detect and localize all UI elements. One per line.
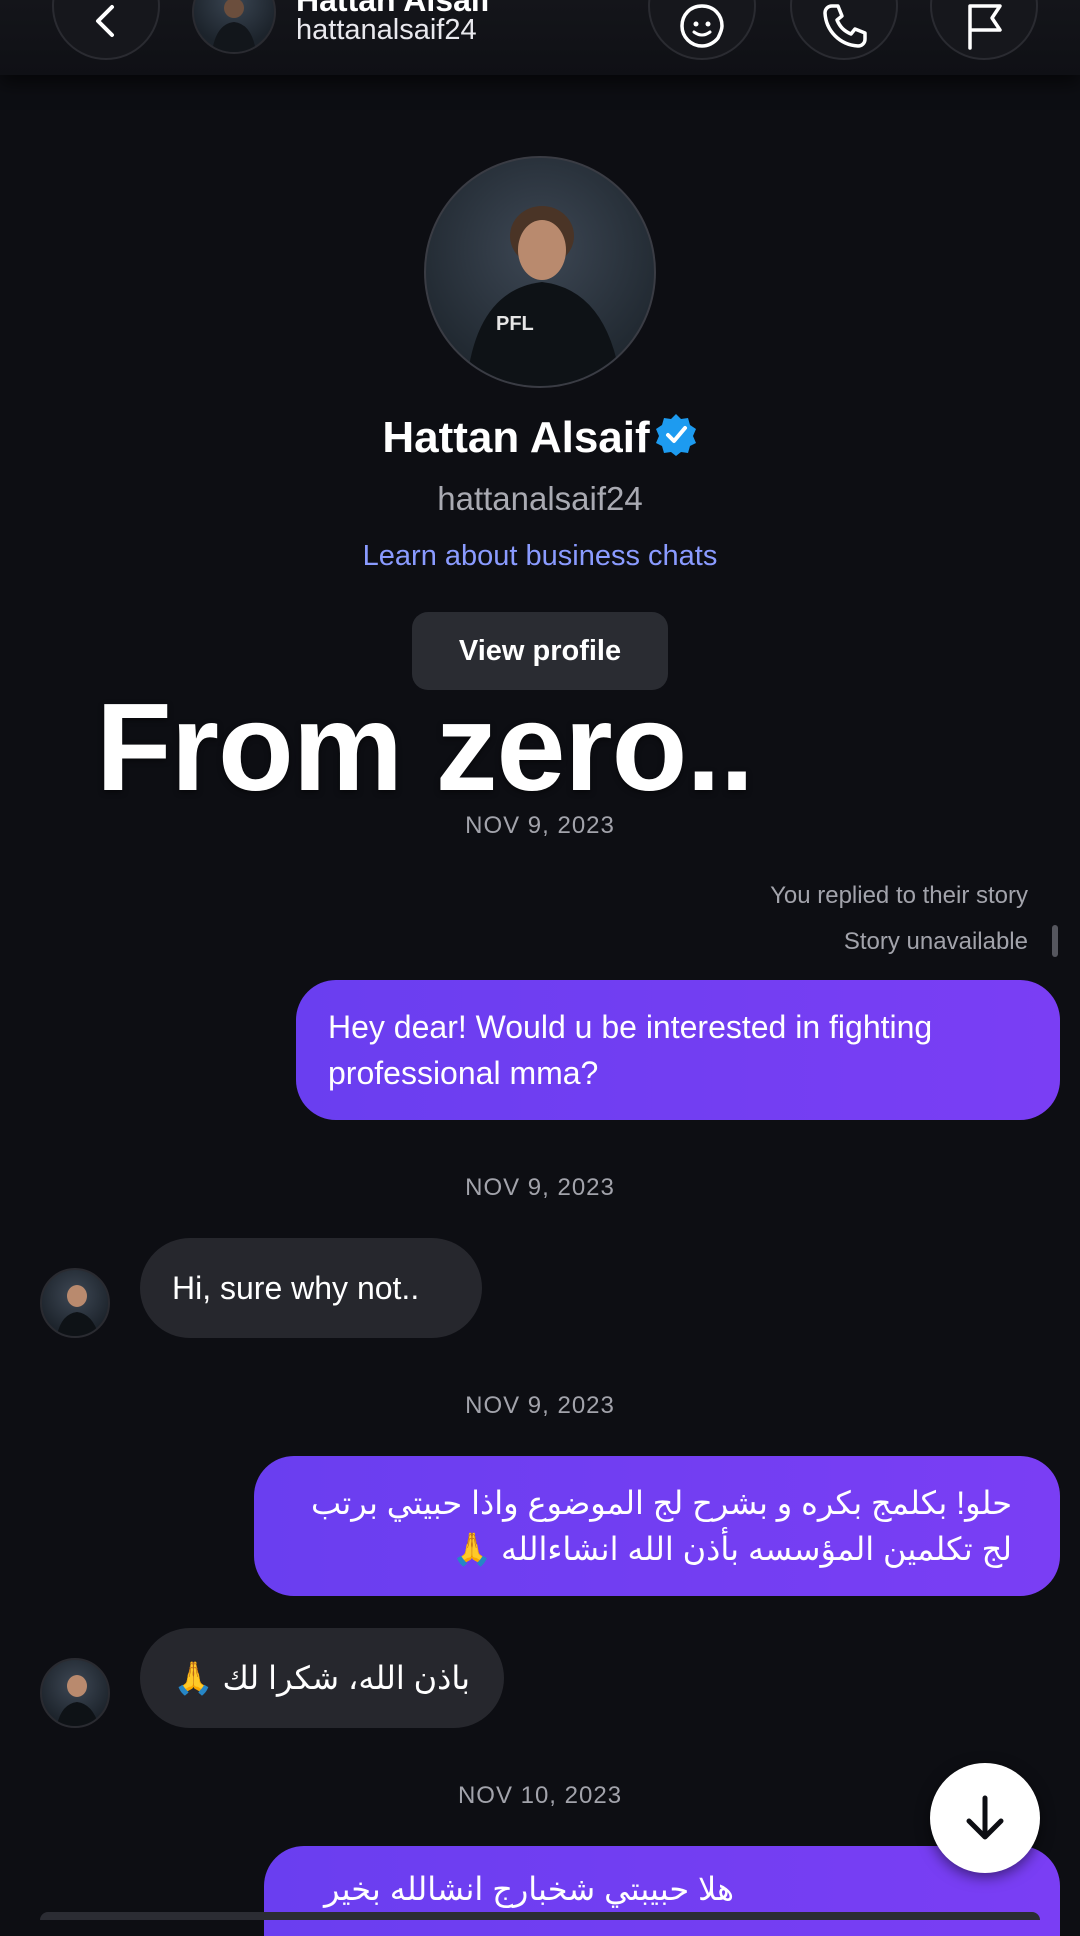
top-bar: Hattan Alsaif hattanalsaif24 — [0, 0, 1080, 75]
message-outgoing[interactable]: Hey dear! Would u be interested in fight… — [296, 980, 1060, 1120]
header-avatar[interactable] — [192, 0, 276, 54]
message-outgoing[interactable]: حلو! بكلمج بكره و بشرح لج الموضوع واذا ح… — [254, 1456, 1060, 1596]
message-incoming[interactable]: باذن الله، شكرا لك 🙏 — [140, 1628, 504, 1728]
sticker-face-icon — [680, 4, 724, 48]
message-text: Hi, sure why not.. — [172, 1270, 420, 1306]
header-username: hattanalsaif24 — [296, 14, 477, 46]
date-divider: NOV 10, 2023 — [457, 1782, 623, 1809]
profile-username: hattanalsaif24 — [437, 480, 643, 517]
sticker-button[interactable] — [648, 0, 756, 60]
message-text: Hey dear! Would u be interested in fight… — [328, 1009, 933, 1091]
call-button[interactable] — [790, 0, 898, 60]
composer-edge — [40, 1912, 1040, 1920]
message-text: هلا حبيبتي شخبارج انشالله بخير — [323, 1871, 734, 1907]
message-text: حلو! بكلمج بكره و بشرح لج الموضوع واذا ح… — [310, 1485, 1012, 1567]
date-divider: NOV 9, 2023 — [465, 1392, 615, 1419]
story-reply-note: You replied to their story — [770, 882, 1028, 909]
story-status: Story unavailable — [843, 928, 1028, 955]
date-divider: NOV 9, 2023 — [465, 1174, 615, 1201]
phone-icon — [823, 4, 867, 48]
back-button[interactable] — [52, 0, 160, 60]
chevron-left-icon — [96, 5, 114, 37]
report-button[interactable] — [930, 0, 1038, 60]
header-name: Hattan Alsaif — [296, 0, 491, 18]
business-chats-link[interactable]: Learn about business chats — [0, 540, 1080, 573]
sender-avatar[interactable] — [40, 1658, 110, 1728]
message-text: باذن الله، شكرا لك 🙏 — [173, 1660, 470, 1696]
verified-badge-icon — [654, 412, 698, 467]
profile-name: Hattan Alsaif — [0, 412, 1080, 467]
profile-avatar[interactable]: PFL — [424, 156, 656, 388]
flag-icon — [968, 4, 1002, 50]
sender-avatar[interactable] — [40, 1268, 110, 1338]
overlay-caption: From zero.. — [96, 679, 754, 817]
scrollbar[interactable] — [1052, 925, 1058, 957]
message-outgoing[interactable]: هلا حبيبتي شخبارج انشالله بخير — [264, 1846, 1060, 1936]
svg-text:PFL: PFL — [496, 313, 534, 335]
arrow-down-icon — [966, 1795, 1004, 1840]
message-incoming[interactable]: Hi, sure why not.. — [140, 1238, 482, 1338]
scroll-to-bottom-button[interactable] — [930, 1763, 1040, 1873]
